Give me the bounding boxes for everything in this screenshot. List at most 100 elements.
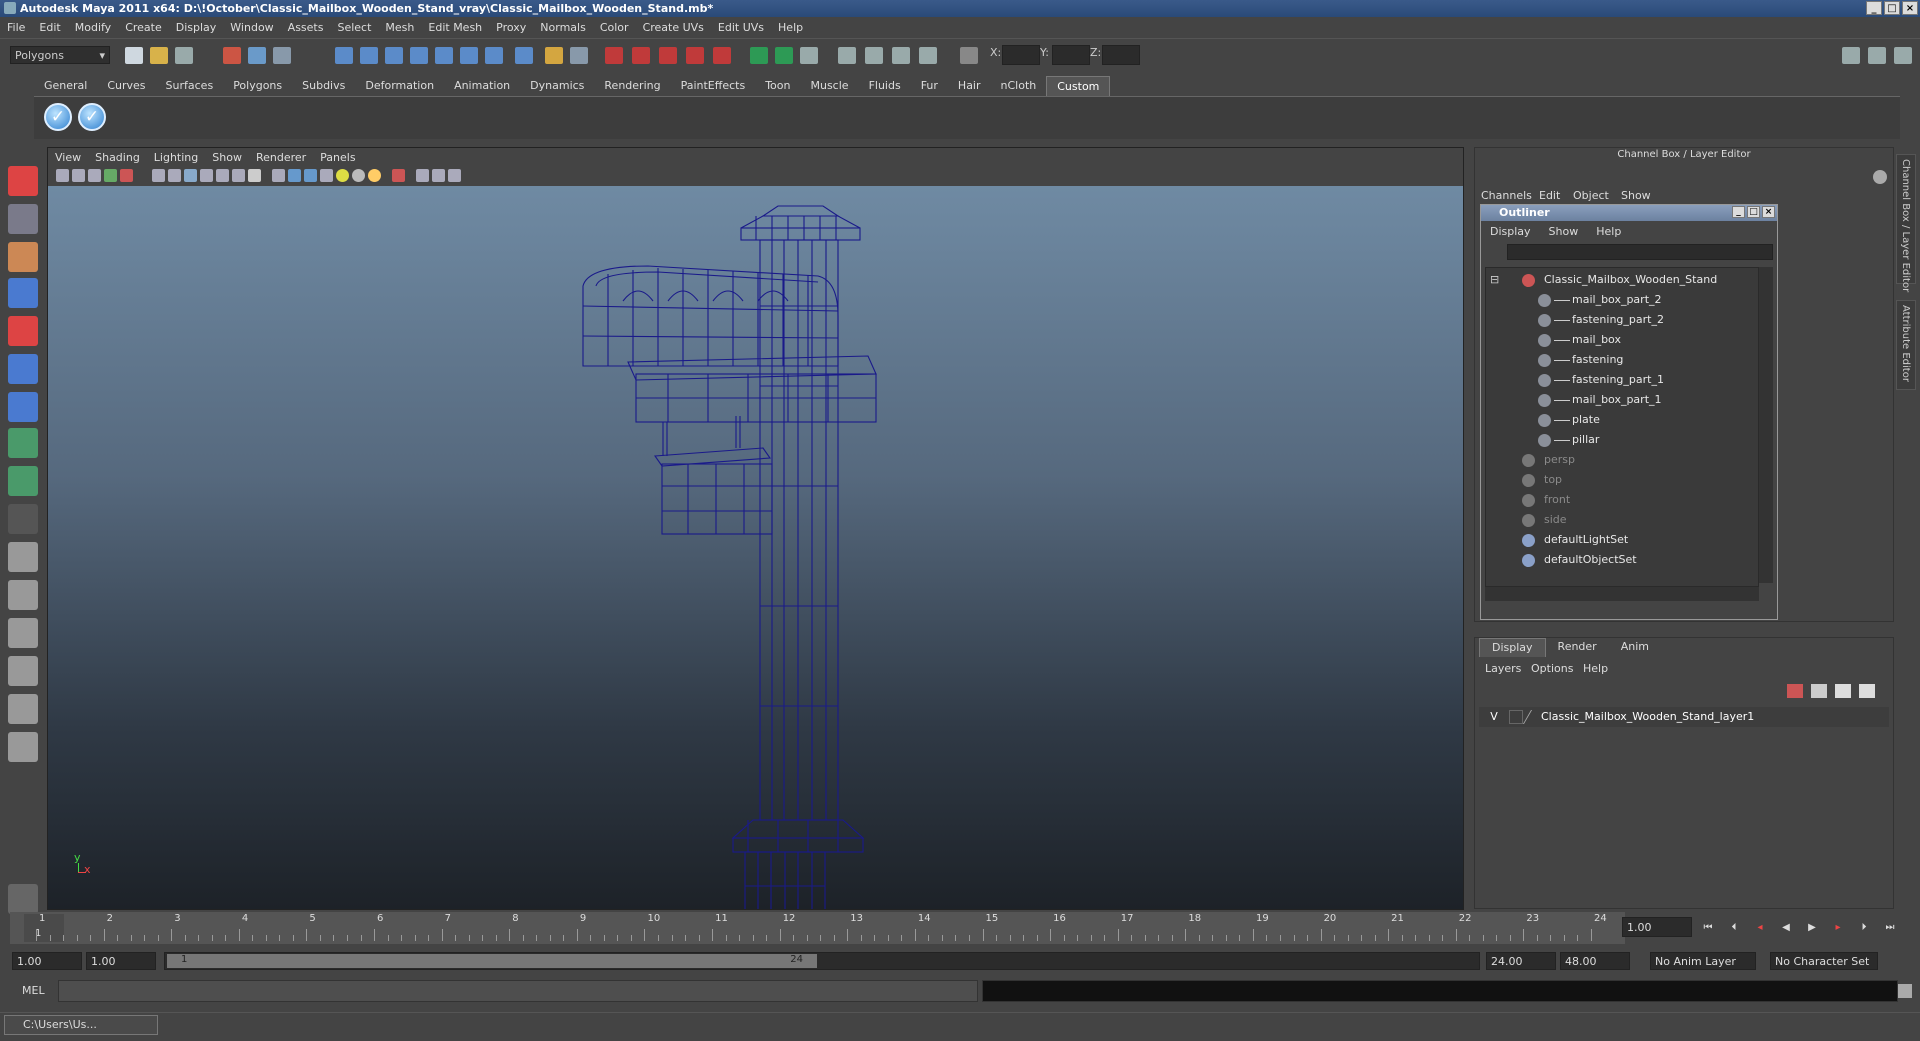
close-button[interactable]: × [1902, 1, 1918, 15]
select-object-icon[interactable] [248, 47, 266, 64]
single-perspective-layout-icon[interactable] [8, 542, 38, 572]
menu-assets[interactable]: Assets [281, 21, 331, 34]
outliner-menu-help[interactable]: Help [1587, 225, 1630, 238]
layer-menu-layers[interactable]: Layers [1485, 662, 1521, 675]
shelf-tab-fluids[interactable]: Fluids [859, 76, 911, 96]
script-editor-layout-icon[interactable] [8, 732, 38, 762]
shelf-tab-rendering[interactable]: Rendering [594, 76, 670, 96]
menu-display[interactable]: Display [169, 21, 224, 34]
shelf-tab-painteffects[interactable]: PaintEffects [671, 76, 756, 96]
layer-visibility-toggle[interactable]: V [1487, 710, 1501, 724]
select-hierarchy-icon[interactable] [223, 47, 241, 64]
channel-box-menu-show[interactable]: Show [1621, 189, 1651, 202]
go-to-end-icon[interactable]: ⏭ [1882, 921, 1898, 935]
minimize-button[interactable]: _ [1866, 1, 1882, 15]
ipr-render-icon[interactable] [632, 47, 650, 64]
hypershade-icon[interactable] [686, 47, 704, 64]
viewport-menu-lighting[interactable]: Lighting [147, 151, 205, 164]
viewport-menu-show[interactable]: Show [205, 151, 249, 164]
range-slider[interactable]: 1 24 [164, 952, 1480, 970]
all-lights-icon[interactable] [352, 169, 365, 182]
move-down-icon[interactable] [1859, 684, 1875, 698]
outliner-item[interactable]: mail_box_part_1 [1486, 390, 1758, 410]
graph-layout-icon[interactable] [8, 656, 38, 686]
outliner-item[interactable]: persp [1486, 450, 1758, 470]
last-tool-icon[interactable] [8, 504, 38, 534]
viewport-canvas[interactable]: y x [48, 186, 1463, 909]
x-field[interactable] [1002, 45, 1040, 65]
show-manipulator-icon[interactable] [8, 466, 38, 496]
channel-box-menu-edit[interactable]: Edit [1539, 189, 1560, 202]
shelf-tab-animation[interactable]: Animation [444, 76, 520, 96]
current-frame-field[interactable]: 1.00 [1622, 917, 1692, 937]
wireframe-icon[interactable] [892, 47, 910, 64]
go-to-start-icon[interactable]: ⏮ [1700, 921, 1716, 935]
lasso-tool-icon[interactable] [8, 204, 38, 234]
outliner-horizontal-scrollbar[interactable] [1485, 587, 1759, 601]
menu-edit-uvs[interactable]: Edit UVs [711, 21, 771, 34]
collapse-icon[interactable]: ⊟ [1490, 270, 1499, 290]
animation-start-field[interactable]: 1.00 [12, 952, 82, 970]
move-up-icon[interactable] [1835, 684, 1851, 698]
layout-icon-1[interactable] [1842, 47, 1860, 64]
outliner-item[interactable]: pillar [1486, 430, 1758, 450]
construction-history-icon[interactable] [460, 47, 478, 64]
close-button[interactable]: × [1762, 206, 1775, 218]
open-scene-icon[interactable] [150, 47, 168, 64]
menu-edit-mesh[interactable]: Edit Mesh [421, 21, 489, 34]
shelf-tab-dynamics[interactable]: Dynamics [520, 76, 594, 96]
side-tab-channel-box[interactable]: Channel Box / Layer Editor [1896, 154, 1916, 292]
outliner-item[interactable]: plate [1486, 410, 1758, 430]
layer-template-toggle[interactable] [1509, 710, 1523, 724]
snap-point-icon[interactable] [385, 47, 403, 64]
camera-icon[interactable] [838, 47, 856, 64]
render-settings-icon[interactable] [659, 47, 677, 64]
shadows-icon[interactable] [368, 169, 381, 182]
menu-mesh[interactable]: Mesh [378, 21, 421, 34]
menu-create-uvs[interactable]: Create UVs [636, 21, 711, 34]
smooth-shade-all-icon[interactable] [288, 169, 301, 182]
snap-live-icon[interactable] [435, 47, 453, 64]
snap-curve-icon[interactable] [360, 47, 378, 64]
maximize-button[interactable]: □ [1747, 206, 1760, 218]
film-gate-icon[interactable] [152, 169, 165, 182]
outliner-filter-field[interactable] [1507, 244, 1773, 260]
viewport-menu-view[interactable]: View [48, 151, 88, 164]
mel-input[interactable] [58, 980, 978, 1002]
wireframe-on-shaded-icon[interactable] [304, 169, 317, 182]
playback-start-field[interactable]: 1.00 [86, 952, 156, 970]
textured-icon[interactable] [320, 169, 333, 182]
rotate-tool-icon[interactable] [8, 316, 38, 346]
perspective-viewport[interactable]: View Shading Lighting Show Renderer Panels [47, 147, 1464, 910]
wireframe-mode-icon[interactable] [272, 169, 285, 182]
manipulator-icon[interactable] [8, 392, 38, 422]
minimized-window[interactable]: C:\Users\Us... [4, 1015, 158, 1035]
lock-icon[interactable] [545, 47, 563, 64]
render-view-icon[interactable] [713, 47, 731, 64]
resolution-gate-icon[interactable] [168, 169, 181, 182]
layout-icon-3[interactable] [1894, 47, 1912, 64]
bookmark-icon[interactable] [88, 169, 101, 182]
outliner-item[interactable]: mail_box_part_2 [1486, 290, 1758, 310]
shelf-tab-custom[interactable]: Custom [1046, 76, 1111, 97]
show-tool-settings-icon[interactable] [775, 47, 793, 64]
menu-create[interactable]: Create [118, 21, 169, 34]
layer-row[interactable]: V Classic_Mailbox_Wooden_Stand_layer1 [1479, 707, 1889, 727]
layer-menu-options[interactable]: Options [1531, 662, 1573, 675]
character-set-dropdown[interactable]: No Character Set [1770, 952, 1878, 970]
field-chart-icon[interactable] [200, 169, 213, 182]
show-channel-box-icon[interactable] [800, 47, 818, 64]
play-backwards-icon[interactable]: ◀ [1778, 921, 1794, 935]
check-icon[interactable]: ✓ [78, 103, 106, 131]
shelf-tab-muscle[interactable]: Muscle [800, 76, 858, 96]
viewport-menu-renderer[interactable]: Renderer [249, 151, 313, 164]
menu-modify[interactable]: Modify [68, 21, 118, 34]
safe-action-icon[interactable] [216, 169, 229, 182]
save-scene-icon[interactable] [175, 47, 193, 64]
script-editor-icon[interactable] [1898, 984, 1912, 998]
help-icon[interactable] [1873, 170, 1887, 184]
shelf-tab-subdivs[interactable]: Subdivs [292, 76, 355, 96]
shelf-tab-polygons[interactable]: Polygons [223, 76, 292, 96]
channel-box-menu-object[interactable]: Object [1573, 189, 1609, 202]
select-component-icon[interactable] [273, 47, 291, 64]
